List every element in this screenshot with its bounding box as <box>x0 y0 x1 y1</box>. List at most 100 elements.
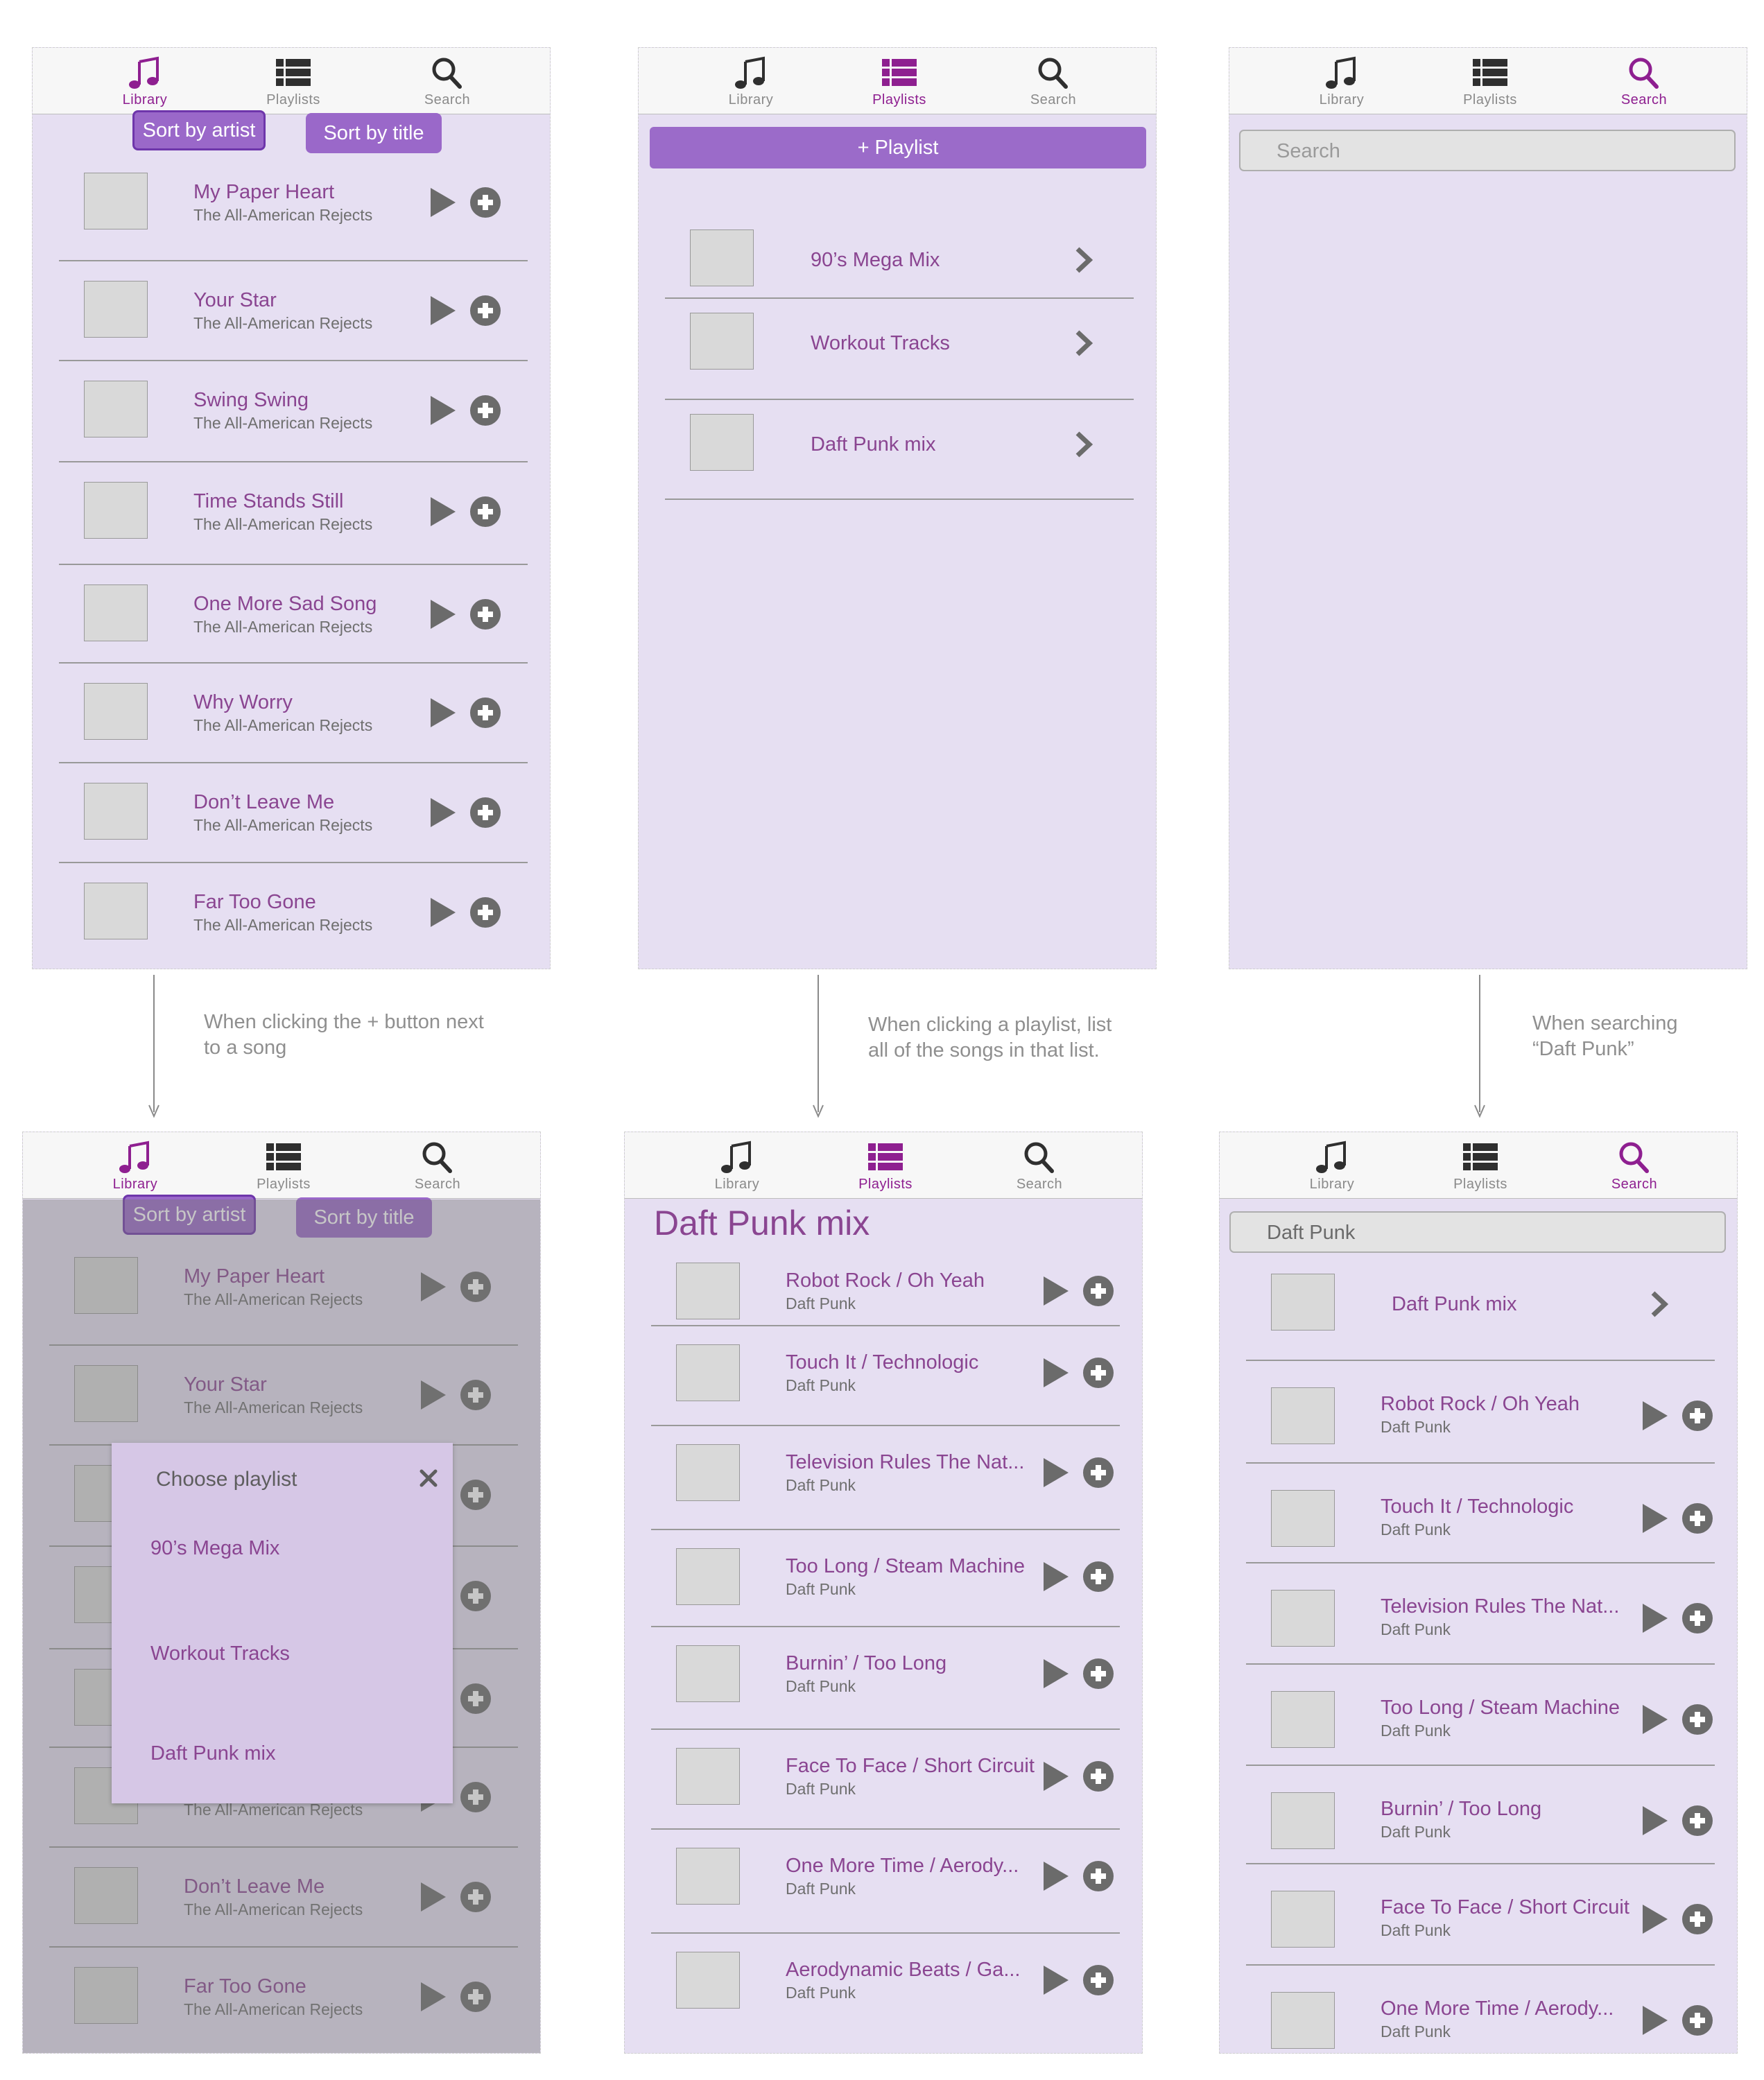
play-icon[interactable] <box>429 797 457 829</box>
add-icon[interactable] <box>1681 1704 1713 1735</box>
play-icon[interactable] <box>1641 2004 1669 2036</box>
song-row[interactable]: Touch It / Technologic Daft Punk <box>651 1325 1120 1428</box>
close-icon[interactable] <box>418 1468 439 1489</box>
play-icon[interactable] <box>1042 1860 1070 1892</box>
tab-search[interactable]: Search <box>977 1132 1102 1199</box>
tab-library[interactable]: Library <box>73 1132 198 1199</box>
tab-search[interactable]: Search <box>375 1132 500 1199</box>
play-icon[interactable] <box>1641 1502 1669 1534</box>
add-icon[interactable] <box>469 187 501 218</box>
song-row[interactable]: Burnin’ / Too Long Daft Punk <box>1246 1765 1715 1867</box>
search-input[interactable]: Daft Punk <box>1229 1211 1726 1253</box>
playlist-row[interactable]: 90’s Mega Mix <box>665 193 1134 296</box>
play-icon[interactable] <box>429 187 457 218</box>
add-icon[interactable] <box>1082 1561 1114 1593</box>
play-icon[interactable] <box>429 896 457 928</box>
song-row[interactable]: Face To Face / Short Circuit Daft Punk <box>1246 1863 1715 1966</box>
modal-playlist-item[interactable]: Workout Tracks <box>150 1643 290 1665</box>
play-icon[interactable] <box>1641 1805 1669 1837</box>
tab-library[interactable]: Library <box>689 48 813 114</box>
tab-playlists[interactable]: Playlists <box>1418 1132 1543 1199</box>
new-playlist-button[interactable]: + Playlist <box>650 127 1146 168</box>
add-icon[interactable] <box>469 395 501 426</box>
tab-playlists[interactable]: Playlists <box>1428 48 1553 114</box>
song-row[interactable]: Television Rules The Nat... Daft Punk <box>1246 1562 1715 1665</box>
song-row[interactable]: Don’t Leave Me The All-American Rejects <box>59 762 528 865</box>
add-icon[interactable] <box>1681 1502 1713 1534</box>
add-icon[interactable] <box>1082 1357 1114 1389</box>
add-icon[interactable] <box>1082 1860 1114 1892</box>
tab-playlists[interactable]: Playlists <box>837 48 962 114</box>
play-icon[interactable] <box>429 496 457 528</box>
play-icon[interactable] <box>1042 1964 1070 1996</box>
tab-library[interactable]: Library <box>1279 48 1404 114</box>
add-icon[interactable] <box>1082 1275 1114 1307</box>
song-row[interactable]: Touch It / Technologic Daft Punk <box>1246 1462 1715 1565</box>
add-icon[interactable] <box>1681 1400 1713 1432</box>
modal-playlist-item[interactable]: 90’s Mega Mix <box>150 1537 279 1560</box>
tab-library[interactable]: Library <box>1270 1132 1394 1199</box>
play-icon[interactable] <box>1641 1400 1669 1432</box>
song-row[interactable]: One More Time / Aerody... Daft Punk <box>651 1828 1120 1931</box>
add-icon[interactable] <box>1681 1805 1713 1837</box>
search-input[interactable]: Search <box>1239 130 1736 171</box>
song-row[interactable]: Far Too Gone The All-American Rejects <box>59 862 528 964</box>
add-icon[interactable] <box>1082 1760 1114 1792</box>
add-icon[interactable] <box>469 697 501 729</box>
add-icon[interactable] <box>469 598 501 630</box>
playlist-row[interactable]: Daft Punk mix <box>1246 1264 1715 1367</box>
play-icon[interactable] <box>1042 1760 1070 1792</box>
add-icon[interactable] <box>469 896 501 928</box>
add-icon[interactable] <box>469 797 501 829</box>
play-icon[interactable] <box>1042 1561 1070 1593</box>
tab-library[interactable]: Library <box>675 1132 799 1199</box>
sort-by-title-button[interactable]: Sort by title <box>306 113 442 153</box>
song-row[interactable]: Aerodynamic Beats / Ga... Daft Punk <box>651 1932 1120 2035</box>
song-row[interactable]: Television Rules The Nat... Daft Punk <box>651 1425 1120 1527</box>
play-icon[interactable] <box>429 395 457 426</box>
add-icon[interactable] <box>1681 1602 1713 1634</box>
song-row[interactable]: My Paper Heart The All-American Rejects <box>59 152 528 254</box>
song-row[interactable]: One More Sad Song The All-American Reject… <box>59 564 528 666</box>
add-icon[interactable] <box>469 295 501 327</box>
add-icon[interactable] <box>1681 1903 1713 1935</box>
tab-library[interactable]: Library <box>83 48 207 114</box>
song-row[interactable]: Face To Face / Short Circuit Daft Punk <box>651 1728 1120 1831</box>
play-icon[interactable] <box>1641 1903 1669 1935</box>
sort-by-artist-button[interactable]: Sort by artist <box>132 110 266 150</box>
add-icon[interactable] <box>469 496 501 528</box>
add-icon[interactable] <box>1082 1658 1114 1690</box>
song-row[interactable]: Swing Swing The All-American Rejects <box>59 360 528 462</box>
playlist-row[interactable]: Workout Tracks <box>665 297 1134 400</box>
song-row[interactable]: Too Long / Steam Machine Daft Punk <box>1246 1663 1715 1766</box>
play-icon[interactable] <box>1641 1602 1669 1634</box>
tab-playlists[interactable]: Playlists <box>221 1132 346 1199</box>
add-icon[interactable] <box>1082 1457 1114 1489</box>
song-row[interactable]: Why Worry The All-American Rejects <box>59 662 528 765</box>
tab-search[interactable]: Search <box>991 48 1116 114</box>
play-icon[interactable] <box>429 697 457 729</box>
add-icon[interactable] <box>1681 2004 1713 2036</box>
song-row[interactable]: Burnin’ / Too Long Daft Punk <box>651 1626 1120 1728</box>
song-row[interactable]: Time Stands Still The All-American Reject… <box>59 461 528 564</box>
play-icon[interactable] <box>1641 1704 1669 1735</box>
play-icon[interactable] <box>1042 1357 1070 1389</box>
tab-search[interactable]: Search <box>1582 48 1706 114</box>
song-row[interactable]: Robot Rock / Oh Yeah Daft Punk <box>1246 1360 1715 1462</box>
tab-playlists[interactable]: Playlists <box>231 48 356 114</box>
tab-search[interactable]: Search <box>385 48 510 114</box>
play-icon[interactable] <box>429 598 457 630</box>
play-icon[interactable] <box>1042 1275 1070 1307</box>
song-row[interactable]: Too Long / Steam Machine Daft Punk <box>651 1529 1120 1631</box>
play-icon[interactable] <box>1042 1457 1070 1489</box>
song-row[interactable]: One More Time / Aerody... Daft Punk <box>1246 1964 1715 2053</box>
tab-search[interactable]: Search <box>1572 1132 1697 1199</box>
add-icon[interactable] <box>1082 1964 1114 1996</box>
tab-playlists[interactable]: Playlists <box>823 1132 948 1199</box>
modal-playlist-item[interactable]: Daft Punk mix <box>150 1742 276 1765</box>
playlist-row[interactable]: Daft Punk mix <box>665 399 1134 501</box>
song-row[interactable]: Robot Rock / Oh Yeah Daft Punk <box>651 1236 1120 1339</box>
play-icon[interactable] <box>429 295 457 327</box>
play-icon[interactable] <box>1042 1658 1070 1690</box>
song-row[interactable]: Your Star The All-American Rejects <box>59 260 528 363</box>
